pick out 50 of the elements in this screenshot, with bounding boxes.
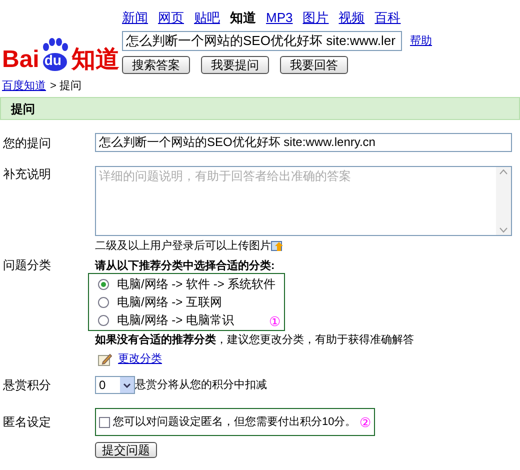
upload-note: 二级及以上用户登录后可以上传图片 bbox=[95, 239, 271, 253]
category-option[interactable]: 电脑/网络 -> 互联网 bbox=[98, 293, 222, 311]
scrollbar[interactable] bbox=[496, 167, 511, 235]
submit-button[interactable]: 提交问题 bbox=[95, 442, 157, 458]
logo-text: Bai bbox=[2, 48, 40, 72]
field-label: 问题分类 bbox=[2, 257, 52, 274]
logo-text: 知道 bbox=[71, 48, 120, 72]
category-option[interactable]: 电脑/网络 -> 电脑常识 bbox=[98, 311, 234, 329]
nav-link[interactable]: 贴吧 bbox=[194, 10, 220, 26]
scroll-down-icon[interactable] bbox=[499, 227, 508, 233]
radio-button[interactable] bbox=[98, 278, 109, 290]
chevron-down-icon[interactable] bbox=[123, 382, 131, 388]
checkbox[interactable] bbox=[99, 416, 110, 428]
nav-link[interactable]: 视频 bbox=[338, 10, 365, 26]
nav-link[interactable]: 知道 bbox=[230, 10, 256, 26]
reward-note: 悬赏分将从您的积分中扣减 bbox=[135, 378, 267, 393]
nav-link[interactable]: MP3 bbox=[266, 10, 293, 26]
reward-select[interactable]: 0 bbox=[95, 376, 135, 394]
annotation-marker: ① bbox=[269, 315, 281, 328]
nav-link[interactable]: 百科 bbox=[374, 10, 401, 26]
search-field[interactable]: 怎么判断一个网站的SEO优化好坏 site:www.ler bbox=[122, 31, 402, 51]
breadcrumb-current: > 提问 bbox=[50, 79, 82, 93]
section-title: 提问 bbox=[11, 100, 35, 118]
edit-icon[interactable] bbox=[98, 352, 112, 366]
annotation-marker: ② bbox=[359, 416, 372, 428]
details-field[interactable]: 详细的问题说明，有助于回答者给出准确的答案 bbox=[95, 166, 512, 236]
logo-text: du bbox=[44, 53, 62, 67]
nav-link[interactable]: 图片 bbox=[302, 10, 329, 26]
image-upload-icon[interactable] bbox=[271, 240, 283, 252]
radio-button[interactable] bbox=[98, 296, 109, 308]
field-label: 悬赏积分 bbox=[2, 377, 52, 393]
change-category-link[interactable]: 更改分类 bbox=[118, 352, 162, 366]
nav-link[interactable]: 网页 bbox=[158, 10, 184, 26]
search-button[interactable]: 我要回答 bbox=[280, 56, 348, 74]
anonymous-text: 您可以对问题设定匿名，但您需要付出积分10分。 bbox=[113, 414, 356, 430]
help-link[interactable]: 帮助 bbox=[410, 32, 432, 50]
search-button[interactable]: 搜索答案 bbox=[122, 56, 190, 74]
radio-button[interactable] bbox=[98, 314, 109, 326]
field-label: 匿名设定 bbox=[2, 414, 52, 430]
question-field[interactable]: 怎么判断一个网站的SEO优化好坏 site:www.lenry.cn bbox=[95, 133, 512, 152]
category-instruction: 请从以下推荐分类中选择合适的分类: bbox=[95, 258, 276, 273]
baidu-logo[interactable]: Bai du 知道 bbox=[2, 38, 120, 72]
category-note: 如果没有合适的推荐分类，建议您更改分类，有助于获得准确解答 bbox=[95, 333, 415, 347]
search-button[interactable]: 我要提问 bbox=[201, 56, 269, 74]
scroll-up-icon[interactable] bbox=[499, 169, 508, 175]
nav-link[interactable]: 新闻 bbox=[122, 10, 148, 26]
breadcrumb-link[interactable]: 百度知道 bbox=[2, 79, 46, 93]
field-label: 您的提问 bbox=[2, 134, 52, 150]
field-label: 补充说明 bbox=[2, 166, 52, 183]
category-option[interactable]: 电脑/网络 -> 软件 -> 系统软件 bbox=[98, 275, 276, 293]
